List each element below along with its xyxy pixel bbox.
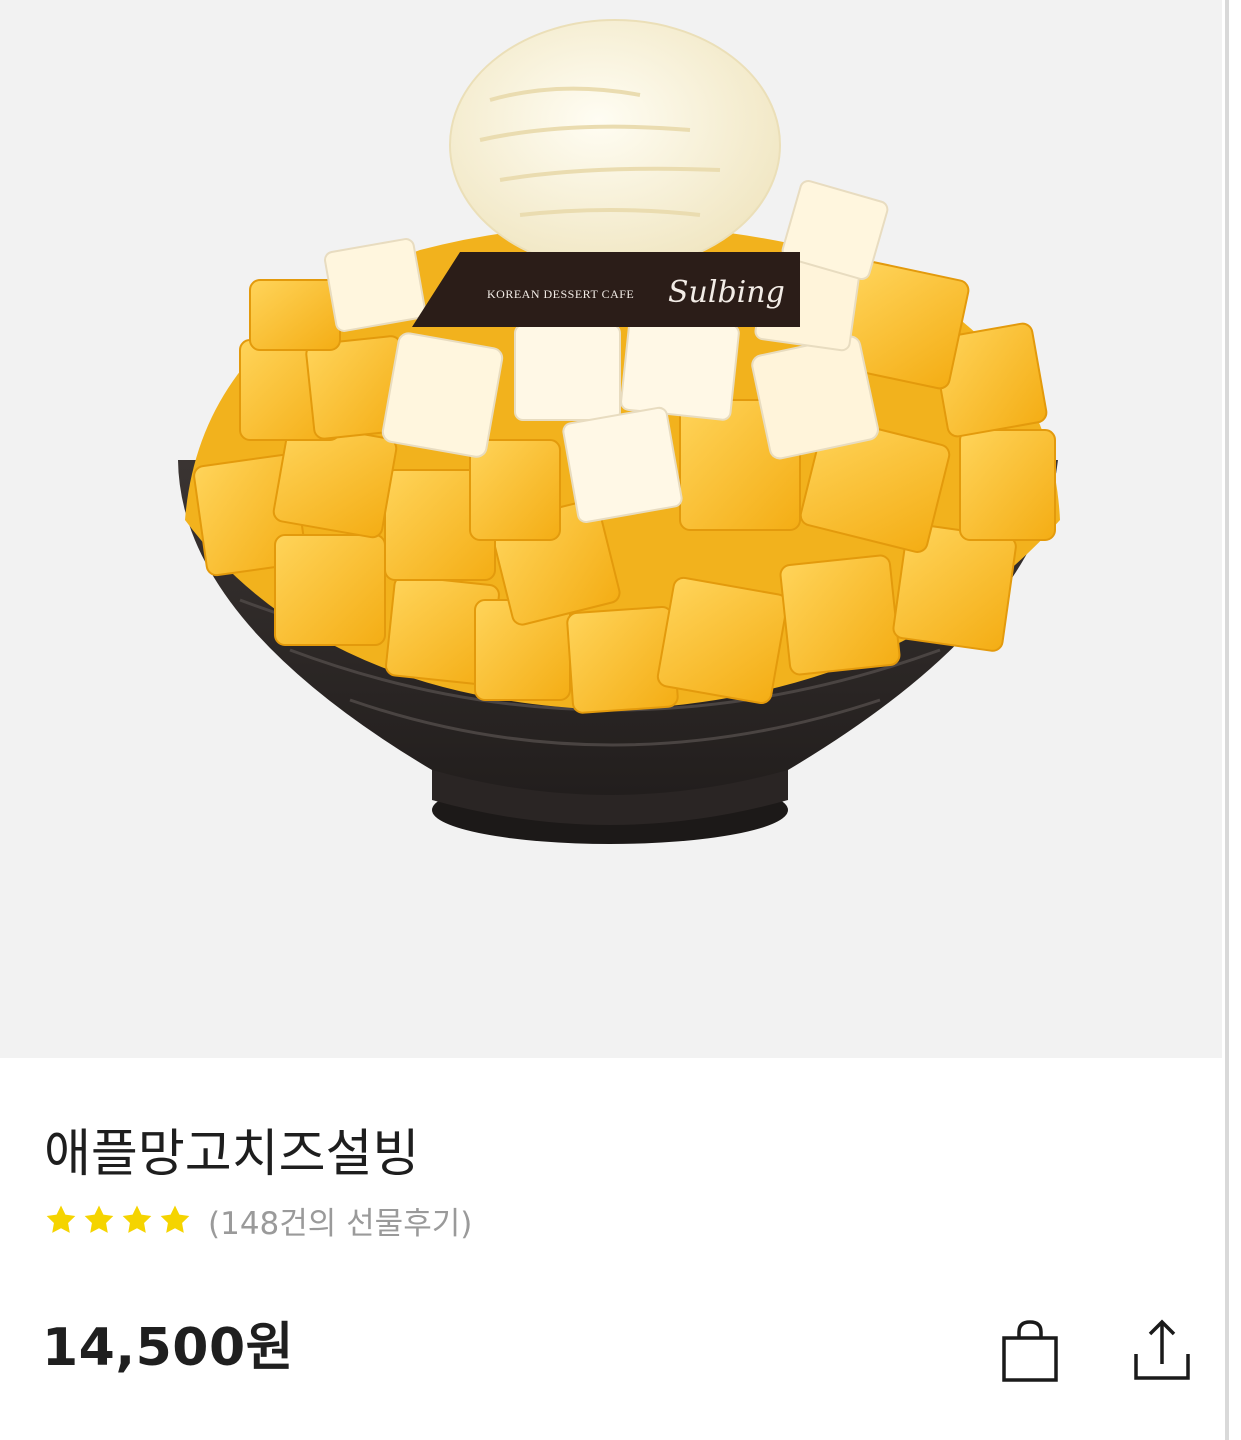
share-icon — [1134, 1319, 1190, 1380]
star-icon — [120, 1203, 154, 1237]
review-count[interactable]: (148건의 선물후기) — [208, 1198, 472, 1243]
brand-tag-script-text: Sulbing — [668, 275, 785, 310]
product-title: 애플망고치즈설빙 — [44, 1125, 420, 1184]
star-icon — [158, 1203, 192, 1237]
shopping-bag-icon — [1002, 1320, 1058, 1382]
product-image: KOREAN DESSERT CAFE Sulbing — [178, 19, 1060, 844]
share-button[interactable] — [1126, 1314, 1198, 1386]
star-icon — [82, 1203, 116, 1237]
brand-tag-small-text: KOREAN DESSERT CAFE — [487, 287, 634, 301]
product-rating[interactable]: (148건의 선물후기) — [44, 1198, 472, 1242]
product-price: 14,500원 — [42, 1318, 295, 1378]
star-icon — [44, 1203, 78, 1237]
product-info: 애플망고치즈설빙 (148건의 선물후기) 14,500원 — [0, 1058, 1222, 1440]
star-rating — [44, 1203, 192, 1237]
add-to-cart-button[interactable] — [994, 1314, 1066, 1386]
product-image-area: KOREAN DESSERT CAFE Sulbing — [0, 0, 1222, 1058]
scrollbar-track — [1222, 0, 1241, 1440]
